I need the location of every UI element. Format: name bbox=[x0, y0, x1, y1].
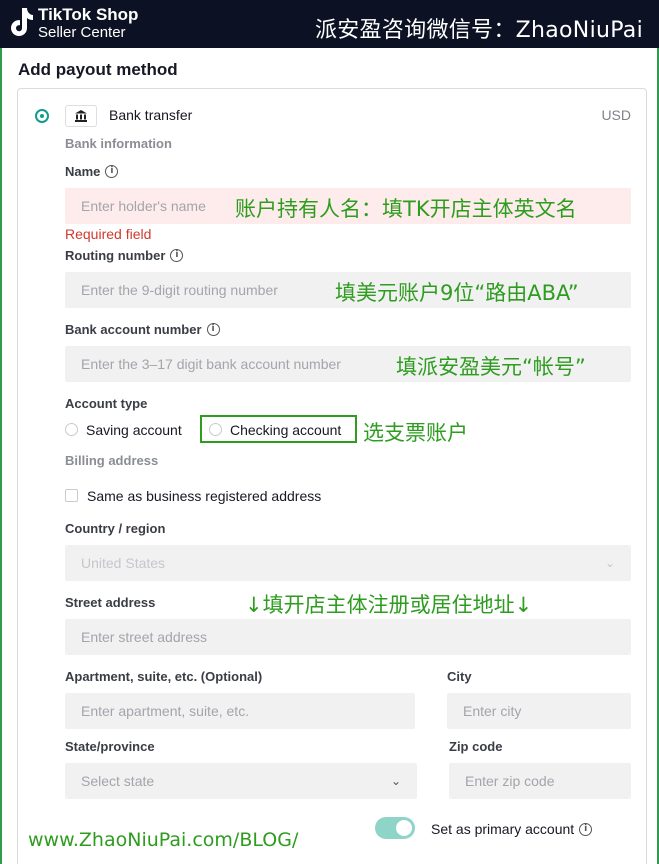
chevron-down-icon: ⌄ bbox=[390, 774, 401, 788]
info-icon[interactable]: i bbox=[206, 323, 220, 336]
account-number-label: Bank account number i bbox=[65, 322, 220, 337]
logo-text: TikTok Shop Seller Center bbox=[38, 6, 138, 40]
bank-transfer-label: Bank transfer bbox=[109, 107, 193, 123]
tiktok-logo-icon bbox=[11, 8, 33, 36]
address-annotation: ↓填开店主体注册或居住地址↓ bbox=[245, 593, 533, 617]
top-bar: TikTok Shop Seller Center 派安盈咨询微信号：ZhaoN… bbox=[0, 0, 659, 48]
logo-line2: Seller Center bbox=[38, 24, 126, 41]
footer-url: www.ZhaoNiuPai.com/BLOG/ bbox=[28, 829, 299, 851]
currency-label: USD bbox=[601, 107, 631, 123]
routing-label: Routing number i bbox=[65, 248, 184, 263]
zip-label: Zip code bbox=[449, 739, 503, 754]
info-icon[interactable]: i bbox=[579, 822, 593, 836]
account-number-label-text: Bank account number bbox=[65, 322, 202, 337]
name-label: Name i bbox=[65, 164, 119, 179]
account-type-annotation: 选支票账户 bbox=[363, 421, 468, 445]
state-select[interactable]: Select state ⌄ bbox=[65, 763, 417, 799]
checking-account-radio[interactable] bbox=[209, 423, 222, 436]
banner-text: 派安盈咨询微信号：ZhaoNiuPai bbox=[314, 18, 643, 43]
apartment-label: Apartment, suite, etc. (Optional) bbox=[65, 669, 263, 684]
state-placeholder: Select state bbox=[81, 773, 155, 789]
name-error-text: Required field bbox=[65, 226, 152, 242]
city-label: City bbox=[447, 669, 472, 684]
same-address-label[interactable]: Same as business registered address bbox=[87, 488, 321, 504]
page-title: Add payout method bbox=[18, 60, 178, 79]
name-annotation: 账户持有人名：填TK开店主体英文名 bbox=[235, 197, 577, 221]
state-label: State/province bbox=[65, 739, 155, 754]
billing-address-heading: Billing address bbox=[65, 453, 159, 468]
frame-border-left bbox=[0, 48, 2, 864]
name-label-text: Name bbox=[65, 164, 101, 179]
bank-transfer-radio[interactable] bbox=[35, 109, 49, 123]
same-address-checkbox[interactable] bbox=[65, 489, 78, 502]
info-icon[interactable]: i bbox=[105, 165, 119, 178]
bank-info-heading: Bank information bbox=[65, 136, 172, 151]
routing-annotation: 填美元账户9位“路由ABA” bbox=[335, 281, 579, 305]
street-label: Street address bbox=[65, 595, 156, 610]
zip-code-input[interactable]: Enter zip code bbox=[449, 763, 631, 799]
bank-icon-box bbox=[65, 105, 97, 127]
primary-account-label: Set as primary account i bbox=[431, 821, 593, 837]
city-input[interactable]: Enter city bbox=[447, 693, 631, 729]
apartment-input[interactable]: Enter apartment, suite, etc. bbox=[65, 693, 415, 729]
saving-account-label[interactable]: Saving account bbox=[86, 422, 182, 438]
country-select: United States ⌄ bbox=[65, 545, 631, 581]
country-label: Country / region bbox=[65, 521, 166, 536]
bank-icon bbox=[75, 110, 87, 122]
checking-account-label[interactable]: Checking account bbox=[230, 422, 341, 438]
account-type-label: Account type bbox=[65, 396, 148, 411]
info-icon[interactable]: i bbox=[170, 249, 184, 262]
country-value: United States bbox=[81, 555, 166, 571]
primary-account-toggle[interactable] bbox=[375, 817, 415, 839]
street-address-input[interactable]: Enter street address bbox=[65, 619, 631, 655]
account-annotation: 填派安盈美元“帐号” bbox=[396, 355, 586, 379]
saving-account-radio[interactable] bbox=[65, 423, 78, 436]
primary-account-label-text: Set as primary account bbox=[431, 821, 575, 837]
logo-line1: TikTok Shop bbox=[38, 5, 139, 24]
routing-label-text: Routing number bbox=[65, 248, 166, 263]
chevron-down-icon: ⌄ bbox=[604, 556, 615, 570]
